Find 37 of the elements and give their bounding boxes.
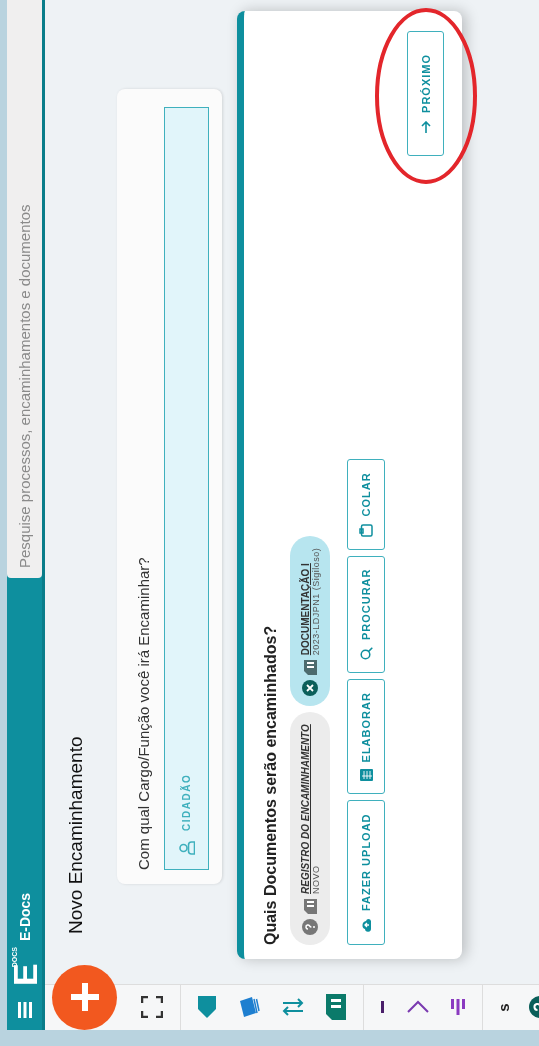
document-chip[interactable]: REGISTRO DO ENCAMINHAMENTO NOVO — [290, 712, 330, 945]
toolbar-label: s — [495, 1003, 512, 1012]
role-field[interactable]: CIDADÃO — [164, 107, 209, 870]
help-icon — [302, 919, 318, 935]
page-title: Novo Encaminhamento — [65, 735, 87, 934]
plus-icon — [70, 983, 99, 1012]
app-name: E-Docs — [16, 892, 33, 942]
person-icon — [178, 841, 195, 855]
document-subtitle: 2023-LDJPN1 (Sigiloso) — [310, 547, 321, 656]
swap-arrows-icon[interactable] — [282, 998, 304, 1017]
document-title[interactable]: DOCUMENTAÇÃO I — [299, 547, 311, 656]
remove-icon[interactable] — [302, 680, 318, 697]
document-icon — [303, 660, 317, 676]
document-title[interactable]: REGISTRO DO ENCAMINHAMENTO — [299, 724, 311, 894]
document-chip[interactable]: DOCUMENTAÇÃO I 2023-LDJPN1 (Sigiloso) — [290, 535, 330, 707]
menu-icon[interactable] — [17, 1002, 32, 1018]
fullscreen-icon[interactable] — [141, 996, 163, 1019]
next-button[interactable]: PRÓXIMO — [407, 31, 444, 156]
cards-icon[interactable] — [238, 995, 260, 1020]
search-field[interactable]: Pesquise processos, encaminhamentos e documentos — [7, 0, 42, 578]
document-icon — [359, 769, 373, 782]
minus-icon[interactable] — [381, 1001, 385, 1014]
document-subtitle: NOVO — [310, 864, 321, 894]
role-value: CIDADÃO — [181, 773, 192, 831]
action-button[interactable]: FAZER UPLOAD — [347, 800, 385, 945]
clipboard-icon — [359, 523, 373, 537]
action-button[interactable]: ELABORAR — [347, 679, 385, 795]
document-icon[interactable] — [326, 994, 346, 1021]
documents-question: Quais Documentos serão encaminhados? — [262, 624, 280, 945]
cloud-upload-icon — [360, 918, 372, 932]
arrow-right-icon — [420, 120, 431, 133]
lines-icon[interactable] — [451, 999, 465, 1016]
action-button[interactable]: PROCURAR — [347, 555, 385, 674]
search-icon — [359, 647, 373, 661]
action-button[interactable]: COLAR — [347, 459, 385, 550]
role-question: Com qual Cargo/Função você irá Encaminhar? — [135, 556, 152, 870]
document-icon — [303, 899, 317, 914]
